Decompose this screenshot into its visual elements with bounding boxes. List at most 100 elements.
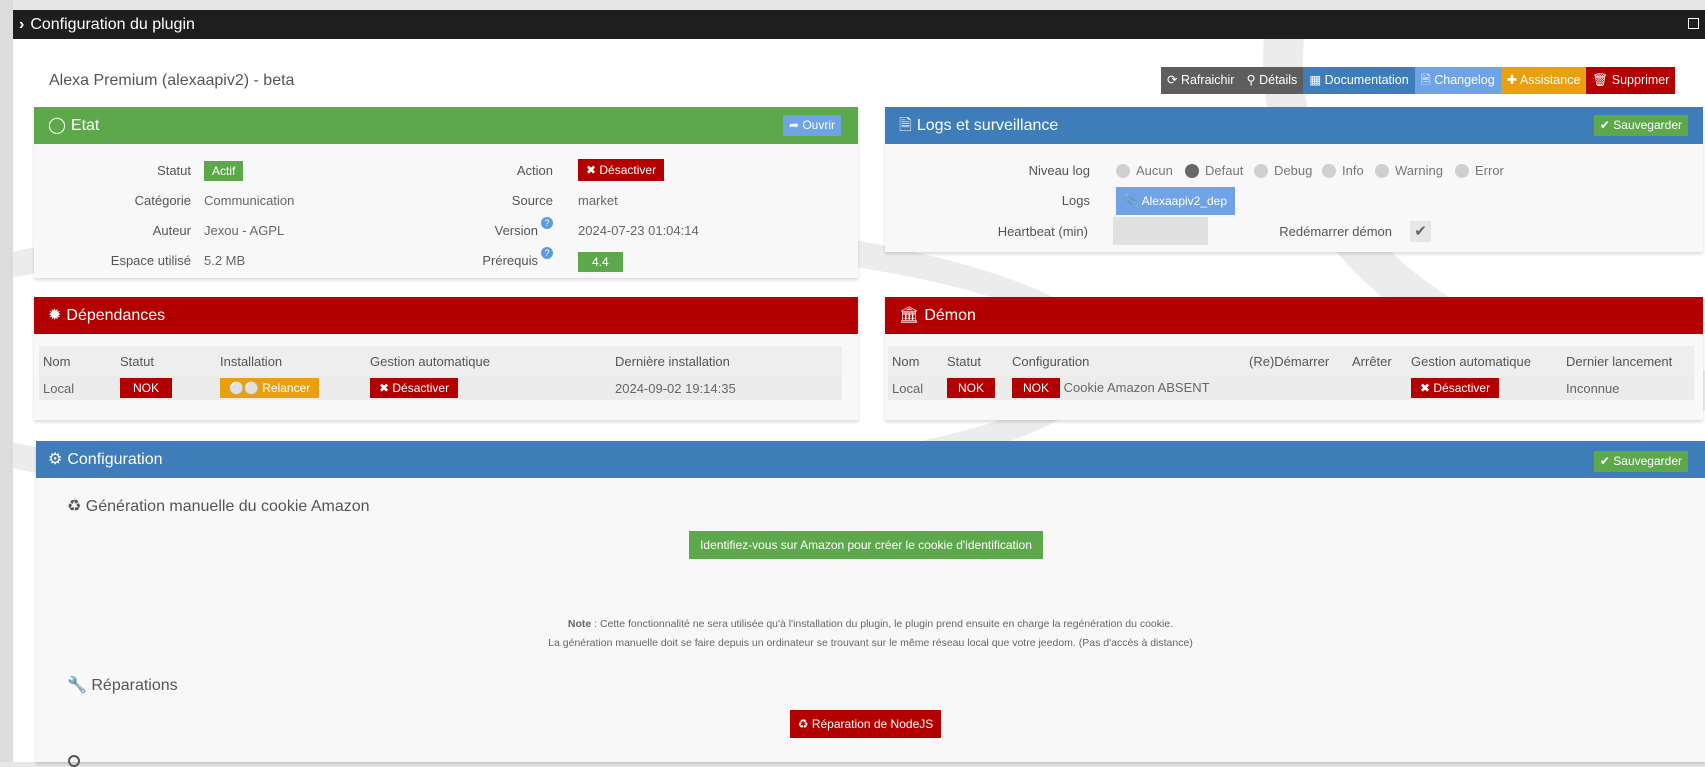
table-header-row: Nom Statut Configuration (Re)Démarrer Ar… (888, 346, 1694, 376)
column-header: Statut (116, 346, 216, 376)
demon-config-text: Cookie Amazon ABSENT (1063, 380, 1210, 395)
deactivate-plugin-button[interactable]: ✖ Désactiver (578, 159, 665, 181)
share-icon: ➦ (788, 118, 803, 132)
documentation-button[interactable]: ▦ Documentation (1303, 67, 1415, 94)
dependances-table: Nom Statut Installation Gestion automati… (39, 346, 842, 400)
relaunch-install-button[interactable]: ⚪⚪ Relancer (220, 378, 320, 398)
categorie-label: Catégorie (134, 193, 191, 208)
source-value: market (578, 193, 618, 208)
dep-last-install: 2024-09-02 19:14:35 (611, 376, 842, 400)
categorie-value: Communication (204, 193, 295, 208)
paperclip-icon: 📎 (1124, 194, 1142, 208)
log-level-info[interactable]: Info (1322, 163, 1364, 178)
question-icon[interactable]: ? (541, 217, 553, 229)
action-label: Action (516, 163, 553, 178)
column-header: Dernière installation (611, 346, 842, 376)
column-header: Installation (216, 346, 366, 376)
statut-label: Statut (157, 163, 191, 178)
auteur-label: Auteur (152, 223, 191, 238)
column-header: Nom (39, 346, 116, 376)
column-header: (Re)Démarrer (1245, 346, 1348, 376)
amazon-login-button[interactable]: Identifiez-vous sur Amazon pour créer le… (689, 531, 1043, 559)
dep-status-badge: NOK (120, 378, 173, 398)
open-button[interactable]: ➦ Ouvrir (782, 115, 841, 136)
column-header: Arrêter (1348, 346, 1407, 376)
section-icon (68, 755, 80, 767)
details-button[interactable]: ⚲ Détails (1240, 67, 1304, 94)
note-line-1: Note : Cette fonctionnalité ne sera util… (567, 618, 1174, 630)
demon-header: 🏛 Démon (885, 297, 1703, 334)
modal-titlebar: › Configuration du plugin (13, 10, 1705, 39)
restart-daemon-label: Redémarrer démon (1279, 224, 1392, 239)
log-level-aucun[interactable]: Aucun (1116, 163, 1173, 178)
restart-daemon-checkbox[interactable]: ✔ (1410, 221, 1431, 242)
source-label: Source (511, 193, 553, 208)
demon-table: Nom Statut Configuration (Re)Démarrer Ar… (888, 346, 1694, 400)
espace-value: 5.2 MB (204, 253, 246, 268)
prerequis-badge: 4.4 (578, 252, 623, 272)
espace-label: Espace utilisé (110, 253, 191, 268)
chevron-right-icon: › (19, 16, 25, 33)
cookie-section-title: ♻ Génération manuelle du cookie Amazon (67, 498, 370, 515)
logs-label: Logs (1061, 193, 1090, 208)
log-level-debug[interactable]: Debug (1254, 163, 1312, 178)
bank-icon: 🏛 (899, 307, 920, 324)
delete-button[interactable]: 🗑 Supprimer (1586, 67, 1676, 94)
log-level-defaut[interactable]: Defaut (1185, 163, 1243, 178)
times-icon: ✖ (379, 381, 393, 395)
heartbeat-label: Heartbeat (min) (997, 224, 1088, 239)
radio-icon (1116, 163, 1130, 178)
statut-badge: Actif (204, 161, 244, 181)
table-row: Local NOK NOK Cookie Amazon ABSENT ✖ Dés… (888, 376, 1694, 400)
circle-notch-icon: ◯ (48, 117, 66, 134)
check-circle-icon: ✔ (1599, 118, 1614, 132)
radio-icon (1254, 163, 1268, 178)
column-header: Gestion automatique (1407, 346, 1562, 376)
assistance-button[interactable]: ✚ Assistance (1500, 67, 1587, 94)
toolbar: ⟳ Rafraichir ⚲ Détails ▦ Documentation 🗎… (1161, 67, 1676, 94)
trash-icon: 🗑 (1592, 73, 1612, 87)
demon-nom: Local (888, 376, 943, 400)
demon-auto-disable-button[interactable]: ✖ Désactiver (1411, 378, 1500, 398)
dep-auto-disable-button[interactable]: ✖ Désactiver (370, 378, 459, 398)
logs-save-button[interactable]: ✔ Sauvegarder (1593, 115, 1688, 136)
table-header-row: Nom Statut Installation Gestion automati… (39, 346, 842, 376)
configuration-header: ⚙ Configuration ✔ Sauvegarder (36, 441, 1705, 478)
heartbeat-input[interactable] (1113, 217, 1208, 245)
refresh-button[interactable]: ⟳ Rafraichir (1161, 67, 1241, 94)
dep-nom: Local (39, 376, 116, 400)
column-header: Configuration (1008, 346, 1245, 376)
radio-icon (1455, 163, 1469, 178)
changelog-button[interactable]: 🗎 Changelog (1414, 67, 1501, 94)
log-level-error[interactable]: Error (1455, 163, 1504, 178)
etat-header: ◯ Etat ➦ Ouvrir (34, 107, 858, 144)
times-icon: ✖ (586, 163, 600, 177)
demon-stop-cell (1348, 376, 1407, 400)
column-header: Statut (943, 346, 1008, 376)
version-label: Version? (420, 217, 553, 238)
wrench-icon: 🔧 (67, 677, 92, 694)
modal-title: Configuration du plugin (30, 16, 195, 33)
recycle-icon: ♻ (67, 498, 86, 515)
certificate-icon: ✹ (48, 307, 62, 324)
column-header: Gestion automatique (366, 346, 611, 376)
log-level-warning[interactable]: Warning (1375, 163, 1443, 178)
ambulance-icon: ✚ (1506, 73, 1520, 87)
auteur-value: Jexou - AGPL (204, 223, 285, 238)
recycle-icon: ♻ (797, 717, 812, 731)
config-save-button[interactable]: ✔ Sauvegarder (1593, 451, 1688, 472)
plugin-title: Alexa Premium (alexaapiv2) - beta (49, 72, 295, 89)
logs-header: 🗎 Logs et surveillance ✔ Sauvegarder (885, 107, 1703, 144)
file-code-icon: 🗎 (1420, 73, 1435, 87)
log-file-button[interactable]: 📎 Alexaapiv2_dep (1116, 187, 1236, 215)
book-icon: ▦ (1309, 73, 1325, 87)
background-page (0, 0, 13, 762)
file-icon: 🗎 (899, 117, 912, 134)
search-icon: ⚲ (1246, 73, 1260, 87)
question-icon[interactable]: ? (541, 247, 553, 259)
prerequis-label: Prérequis? (420, 247, 553, 268)
dependances-header: ✹ Dépendances (34, 297, 858, 334)
demon-restart-cell (1245, 376, 1348, 400)
repair-nodejs-button[interactable]: ♻ Réparation de NodeJS (790, 710, 941, 738)
maximize-button[interactable] (1688, 18, 1699, 29)
